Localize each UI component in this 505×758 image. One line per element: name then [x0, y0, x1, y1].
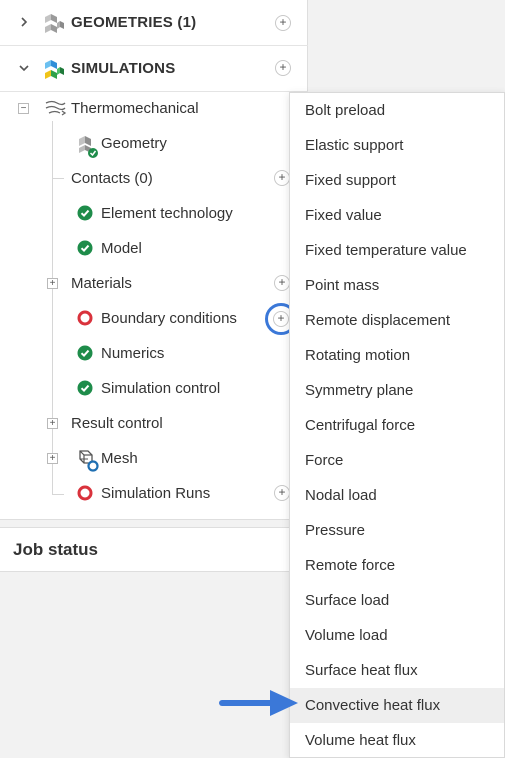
boundary-condition-menu: Bolt preload Elastic support Fixed suppo… [289, 92, 505, 758]
tree-item-model[interactable]: Model [101, 231, 251, 266]
menu-item-centrifugal-force[interactable]: Centrifugal force [290, 408, 504, 443]
section-simulations[interactable]: SIMULATIONS + [0, 46, 308, 92]
add-simulation-run-button[interactable]: + [274, 485, 290, 501]
menu-item-point-mass[interactable]: Point mass [290, 268, 504, 303]
add-simulation-button[interactable]: + [275, 60, 291, 76]
mesh-label[interactable]: Mesh [101, 441, 138, 476]
tree-item-result-control[interactable]: Result control [71, 406, 271, 441]
collapse-simulation-toggle[interactable]: − [18, 103, 29, 114]
simulation-runs-label[interactable]: Simulation Runs [101, 476, 210, 511]
menu-item-rotating-motion[interactable]: Rotating motion [290, 338, 504, 373]
menu-item-elastic-support[interactable]: Elastic support [290, 128, 504, 163]
chevron-down-icon[interactable] [17, 61, 31, 75]
add-material-button[interactable]: + [274, 275, 290, 291]
tree-item-mesh[interactable]: Mesh [101, 441, 251, 476]
expand-result-control-toggle[interactable]: + [47, 418, 58, 429]
numerics-label[interactable]: Numerics [101, 336, 164, 371]
check-circle-icon [77, 240, 93, 256]
menu-item-volume-load[interactable]: Volume load [290, 618, 504, 653]
geometries-label[interactable]: GEOMETRIES (1) [71, 14, 196, 31]
colored-cube-stack-icon [45, 60, 64, 79]
section-geometries[interactable]: GEOMETRIES (1) + [0, 0, 308, 46]
tree-item-numerics[interactable]: Numerics [101, 336, 251, 371]
tree-item-contacts[interactable]: Contacts (0) [71, 161, 271, 196]
expand-mesh-toggle[interactable]: + [47, 453, 58, 464]
heat-flow-icon [45, 100, 67, 116]
simulation-tree-panel: GEOMETRIES (1) + SIMULATIONS + − Thermom… [0, 0, 308, 520]
geometry-label[interactable]: Geometry [101, 126, 167, 161]
menu-item-pressure[interactable]: Pressure [290, 513, 504, 548]
simulations-label[interactable]: SIMULATIONS [71, 60, 175, 77]
menu-item-fixed-value[interactable]: Fixed value [290, 198, 504, 233]
model-label[interactable]: Model [101, 231, 142, 266]
tree-item-geometry[interactable]: Geometry [101, 126, 251, 161]
cube-stack-icon [45, 14, 64, 33]
menu-item-fixed-support[interactable]: Fixed support [290, 163, 504, 198]
job-status-label[interactable]: Job status [13, 540, 98, 560]
menu-item-surface-heat-flux[interactable]: Surface heat flux [290, 653, 504, 688]
add-geometry-button[interactable]: + [275, 15, 291, 31]
tree-item-simulation-runs[interactable]: Simulation Runs [101, 476, 261, 511]
menu-item-convective-heat-flux[interactable]: Convective heat flux [290, 688, 504, 723]
add-contact-button[interactable]: + [274, 170, 290, 186]
chevron-right-icon[interactable] [17, 15, 31, 29]
job-status-panel[interactable]: Job status [0, 527, 308, 572]
menu-item-volume-heat-flux[interactable]: Volume heat flux [290, 723, 504, 758]
mesh-icon [79, 450, 99, 472]
arrow-right-icon [219, 690, 298, 716]
error-circle-icon [77, 310, 93, 326]
tree-item-simulation-control[interactable]: Simulation control [101, 371, 271, 406]
menu-item-force[interactable]: Force [290, 443, 504, 478]
menu-item-remote-force[interactable]: Remote force [290, 548, 504, 583]
tree-guide-branch [52, 494, 64, 495]
cube-check-icon [79, 136, 98, 158]
contacts-label[interactable]: Contacts (0) [71, 161, 153, 196]
tree-item-element-technology[interactable]: Element technology [101, 196, 271, 231]
menu-item-fixed-temperature-value[interactable]: Fixed temperature value [290, 233, 504, 268]
tree-guide-branch [52, 178, 64, 179]
check-circle-icon [77, 205, 93, 221]
menu-item-bolt-preload[interactable]: Bolt preload [290, 93, 504, 128]
error-circle-icon [77, 485, 93, 501]
menu-item-symmetry-plane[interactable]: Symmetry plane [290, 373, 504, 408]
check-circle-icon [77, 345, 93, 361]
simulation-control-label[interactable]: Simulation control [101, 371, 220, 406]
menu-item-surface-load[interactable]: Surface load [290, 583, 504, 618]
materials-label[interactable]: Materials [71, 266, 132, 301]
simulation-item-thermomechanical[interactable]: Thermomechanical [71, 91, 271, 126]
expand-materials-toggle[interactable]: + [47, 278, 58, 289]
simulation-name[interactable]: Thermomechanical [71, 91, 199, 126]
tree-item-materials[interactable]: Materials [71, 266, 271, 301]
check-circle-icon [77, 380, 93, 396]
menu-item-nodal-load[interactable]: Nodal load [290, 478, 504, 513]
boundary-conditions-label[interactable]: Boundary conditions [101, 301, 237, 336]
element-technology-label[interactable]: Element technology [101, 196, 233, 231]
menu-item-remote-displacement[interactable]: Remote displacement [290, 303, 504, 338]
tree-item-boundary-conditions[interactable]: Boundary conditions [101, 301, 261, 336]
result-control-label[interactable]: Result control [71, 406, 163, 441]
